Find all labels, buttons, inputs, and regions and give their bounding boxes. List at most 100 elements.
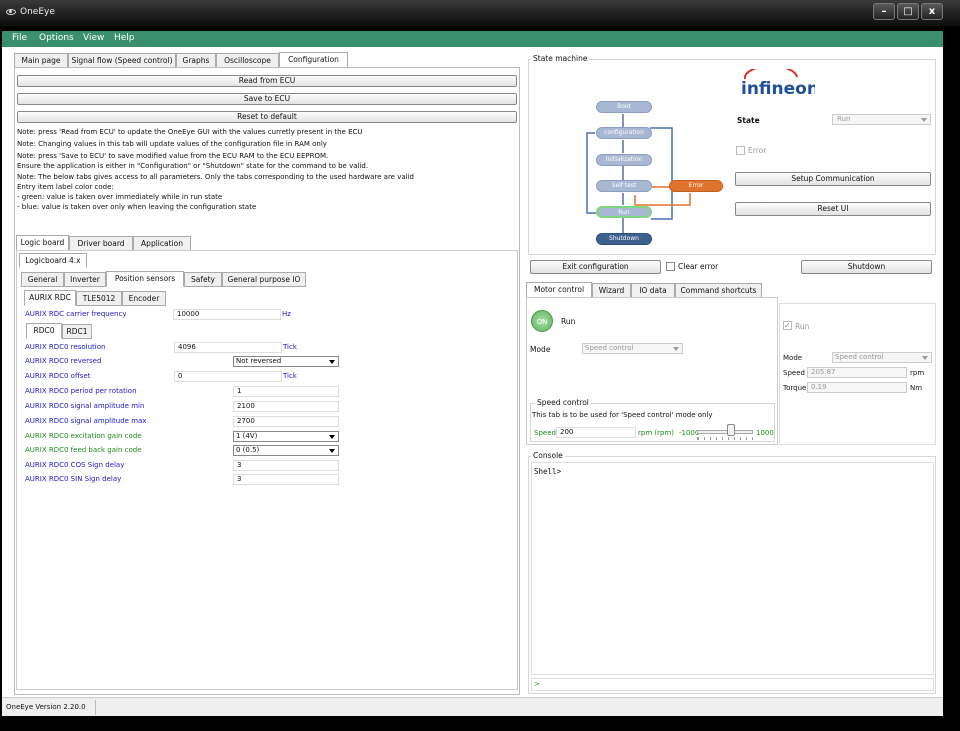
clear-error-checkbox[interactable] bbox=[666, 262, 675, 271]
tab-inverter[interactable]: Inverter bbox=[64, 272, 106, 287]
carrier-frequency-field[interactable]: 10000 bbox=[173, 309, 281, 320]
state-node-boot: Boot bbox=[596, 101, 652, 113]
minimize-button[interactable]: – bbox=[873, 3, 895, 20]
rdc0-offset-field[interactable]: 0 bbox=[174, 371, 282, 382]
tab-logicboard-4x[interactable]: Logicboard 4.x bbox=[19, 253, 87, 268]
tab-rdc0[interactable]: RDC0 bbox=[26, 323, 62, 339]
rdc0-resolution-field[interactable]: 4096 bbox=[174, 342, 282, 353]
rdc0-amp-max-label: AURIX RDC0 signal amplitude max bbox=[25, 417, 147, 425]
rdc0-feedback-gain-label: AURIX RDC0 feed back gain code bbox=[25, 446, 142, 454]
torque-label: Torque bbox=[783, 384, 807, 392]
console-title: Console bbox=[531, 451, 565, 460]
menu-file[interactable]: File bbox=[12, 33, 27, 43]
tab-configuration[interactable]: Configuration bbox=[279, 52, 348, 68]
run-checkbox: ✓ bbox=[783, 321, 792, 330]
save-to-ecu-button[interactable]: Save to ECU bbox=[17, 93, 517, 105]
speed-slider-handle[interactable] bbox=[726, 424, 735, 436]
tab-aurix-rdc[interactable]: AURIX RDC bbox=[24, 290, 76, 306]
shutdown-button[interactable]: Shutdown bbox=[801, 260, 932, 274]
speed-control-title: Speed control bbox=[535, 398, 591, 407]
right-speed-field: 205.87 bbox=[807, 367, 907, 378]
tab-wizard[interactable]: Wizard bbox=[592, 283, 631, 298]
speed-unit: rpm (rpm) bbox=[638, 429, 674, 437]
on-button[interactable]: ON bbox=[531, 310, 553, 332]
speed-field[interactable]: 200 bbox=[556, 427, 636, 438]
tab-main-page[interactable]: Main page bbox=[14, 53, 68, 68]
rdc0-sin-delay-field[interactable]: 3 bbox=[233, 474, 339, 485]
rdc0-cos-delay-field[interactable]: 3 bbox=[233, 460, 339, 471]
tab-signal-flow[interactable]: Signal flow (Speed control) bbox=[68, 53, 176, 68]
maximize-button[interactable]: □ bbox=[897, 3, 919, 20]
read-from-ecu-button[interactable]: Read from ECU bbox=[17, 75, 517, 87]
close-button[interactable]: x bbox=[921, 3, 943, 20]
rdc0-reversed-value: Not reversed bbox=[236, 357, 282, 365]
tab-command-shortcuts[interactable]: Command shortcuts bbox=[675, 283, 762, 298]
window-title: OneEye bbox=[20, 7, 55, 17]
tab-graphs[interactable]: Graphs bbox=[176, 53, 216, 68]
tab-safety[interactable]: Safety bbox=[184, 272, 222, 287]
tab-tle5012[interactable]: TLE5012 bbox=[76, 291, 122, 306]
mode-value: Speed control bbox=[585, 344, 634, 352]
window-frame-bottom bbox=[0, 716, 946, 731]
setup-communication-button[interactable]: Setup Communication bbox=[735, 172, 931, 186]
rdc0-excitation-gain-value: 1 (4V) bbox=[236, 432, 258, 440]
right-speed-unit: rpm bbox=[910, 369, 925, 377]
tab-motor-control[interactable]: Motor control bbox=[526, 282, 592, 298]
torque-field: 0.19 bbox=[807, 382, 907, 393]
menu-help[interactable]: Help bbox=[114, 33, 135, 43]
exit-configuration-button[interactable]: Exit configuration bbox=[530, 260, 661, 274]
state-flow-arrows bbox=[586, 114, 691, 234]
menu-view[interactable]: View bbox=[83, 33, 104, 43]
state-node-self-test: Self test bbox=[596, 180, 652, 192]
chevron-down-icon bbox=[329, 435, 335, 439]
tab-general[interactable]: General bbox=[21, 272, 64, 287]
tab-oscilloscope[interactable]: Oscilloscope bbox=[216, 53, 279, 68]
note-ensure: Ensure the application is either in "Con… bbox=[17, 162, 369, 170]
menu-bar: File Options View Help bbox=[2, 31, 943, 47]
tab-encoder[interactable]: Encoder bbox=[122, 291, 166, 306]
rdc0-resolution-label: AURIX RDC0 resolution bbox=[25, 343, 106, 351]
mode-select[interactable]: Speed control bbox=[582, 343, 683, 354]
chevron-down-icon bbox=[329, 449, 335, 453]
note-tabs: Note: The below tabs gives access to all… bbox=[17, 173, 414, 181]
status-bar: OneEye Version 2.20.0 bbox=[2, 697, 943, 716]
rdc0-feedback-gain-select[interactable]: 0 (0.5) bbox=[233, 445, 339, 456]
rdc0-cos-delay-label: AURIX RDC0 COS Sign delay bbox=[25, 461, 125, 469]
tab-io-data[interactable]: IO data bbox=[631, 283, 675, 298]
speed-slider-ticks bbox=[697, 437, 753, 440]
reset-ui-button[interactable]: Reset UI bbox=[735, 202, 931, 216]
mode-label: Mode bbox=[530, 345, 551, 354]
rdc0-excitation-gain-select[interactable]: 1 (4V) bbox=[233, 431, 339, 442]
rdc0-offset-label: AURIX RDC0 offset bbox=[25, 372, 91, 380]
console-input[interactable]: > bbox=[531, 678, 934, 691]
tab-rdc1[interactable]: RDC1 bbox=[62, 324, 92, 339]
menu-options[interactable]: Options bbox=[39, 33, 74, 43]
right-mode-value: Speed control bbox=[835, 353, 884, 361]
rdc0-reversed-label: AURIX RDC0 reversed bbox=[25, 357, 102, 365]
state-node-shutdown: Shutdown bbox=[596, 233, 652, 245]
right-mode-select: Speed control bbox=[832, 352, 932, 363]
reset-to-default-button[interactable]: Reset to default bbox=[17, 111, 517, 123]
state-node-run: Run bbox=[596, 206, 652, 218]
tab-general-purpose-io[interactable]: General purpose IO bbox=[222, 272, 306, 287]
rdc0-period-field[interactable]: 1 bbox=[233, 386, 339, 397]
rdc0-reversed-select[interactable]: Not reversed bbox=[233, 356, 339, 367]
right-mode-label: Mode bbox=[783, 354, 803, 362]
torque-unit: Nm bbox=[910, 384, 923, 392]
rdc0-amp-max-field[interactable]: 2700 bbox=[233, 416, 339, 427]
version-label: OneEye Version 2.20.0 bbox=[6, 703, 86, 711]
state-label: State bbox=[737, 116, 760, 125]
tab-application[interactable]: Application bbox=[133, 236, 191, 251]
tab-position-sensors[interactable]: Position sensors bbox=[106, 271, 184, 287]
right-speed-label: Speed bbox=[783, 369, 805, 377]
tab-driver-board[interactable]: Driver board bbox=[69, 236, 133, 251]
right-run-label: Run bbox=[795, 322, 810, 331]
rdc0-amp-min-field[interactable]: 2100 bbox=[233, 401, 339, 412]
tab-logic-board[interactable]: Logic board bbox=[16, 235, 69, 251]
error-label: Error bbox=[748, 146, 767, 155]
speed-slider-track[interactable] bbox=[697, 430, 753, 434]
console-output[interactable]: Shell> bbox=[531, 462, 934, 675]
note-save: Note: press 'Save to ECU' to save modifi… bbox=[17, 152, 329, 160]
infineon-logo: infineon bbox=[735, 64, 819, 103]
window-frame-right bbox=[943, 26, 960, 731]
